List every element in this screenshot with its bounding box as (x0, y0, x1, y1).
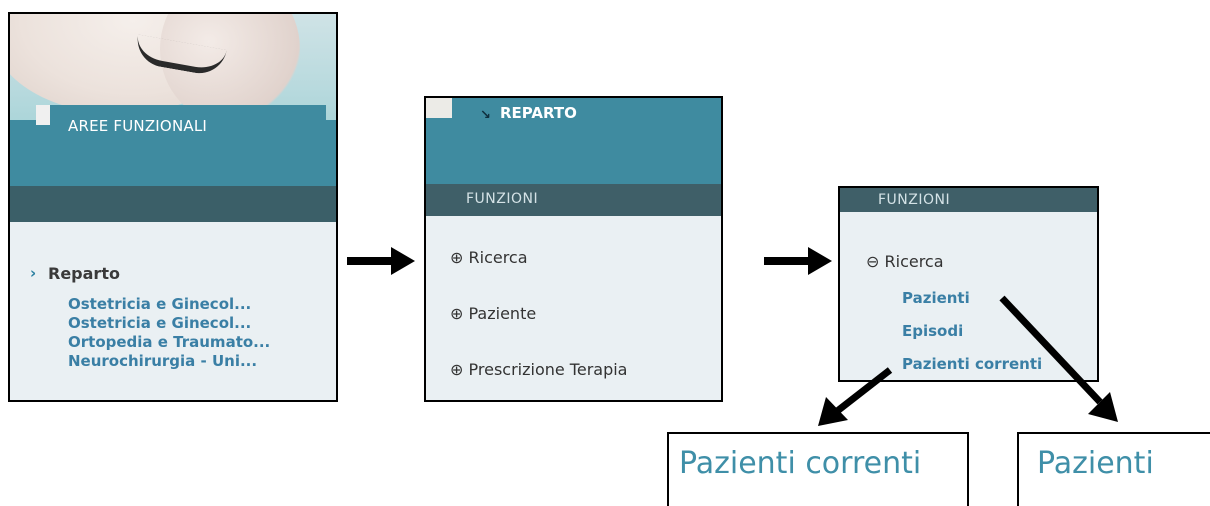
zoom-text: Pazienti (1037, 446, 1154, 481)
diagonal-arrows (818, 295, 1118, 426)
zoom-pazienti-correnti: Pazienti correnti (667, 432, 969, 506)
arrow-down-left-icon (818, 367, 893, 426)
zoom-text: Pazienti correnti (679, 446, 922, 481)
arrow-down-right-icon (999, 295, 1118, 422)
zoom-pazienti: Pazienti (1017, 432, 1210, 506)
